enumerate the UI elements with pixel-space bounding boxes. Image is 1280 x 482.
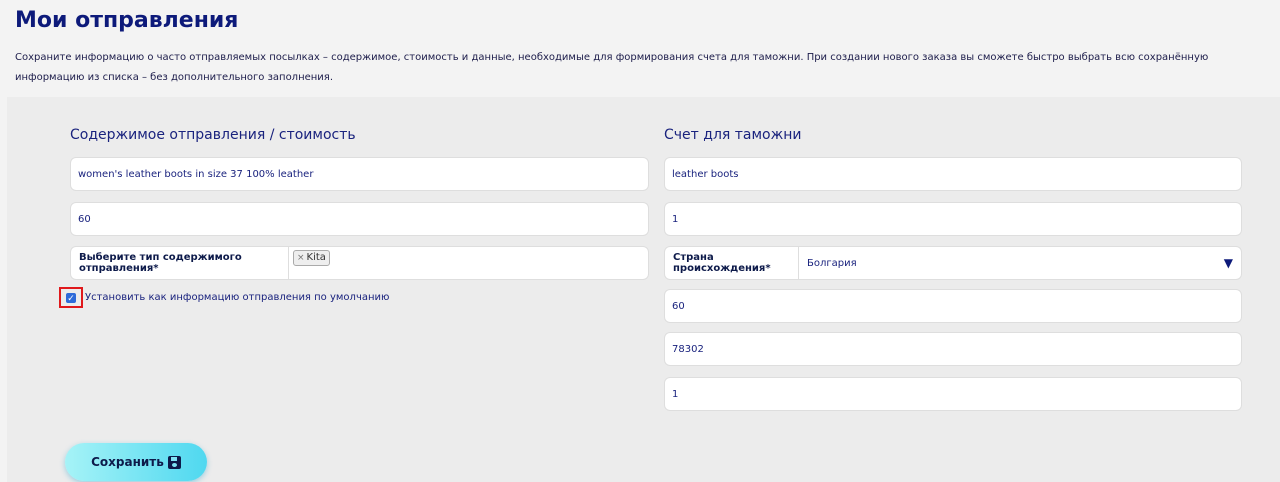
save-button[interactable]: Сохранить xyxy=(65,443,207,481)
customs-field-5[interactable]: 1 xyxy=(664,377,1242,411)
page-intro: Сохраните информацию о часто отправляемы… xyxy=(15,52,1209,83)
chevron-down-icon[interactable]: ▼ xyxy=(1224,256,1233,270)
customs-field-4-value: 78302 xyxy=(672,343,704,355)
default-checkbox[interactable]: ✓ xyxy=(66,292,76,303)
page-title: Мои отправления xyxy=(15,8,239,33)
save-button-label: Сохранить xyxy=(91,455,164,469)
default-checkbox-highlight[interactable]: ✓ xyxy=(59,287,83,308)
contents-type-label: Выберите тип содержимого отправления* xyxy=(71,247,289,279)
contents-type-tag[interactable]: × Kita xyxy=(293,250,330,266)
tag-remove-icon[interactable]: × xyxy=(297,251,305,265)
contents-value-field[interactable]: 60 xyxy=(70,202,649,236)
customs-field-3-value: 60 xyxy=(672,300,685,312)
tag-label: Kita xyxy=(306,252,326,263)
customs-field-5-value: 1 xyxy=(672,388,679,400)
contents-type-tags[interactable]: × Kita xyxy=(289,247,648,279)
customs-quantity-value: 1 xyxy=(672,213,679,225)
contents-section-title: Содержимое отправления / стоимость xyxy=(70,127,356,143)
origin-country-value: Болгария xyxy=(807,257,857,269)
default-checkbox-label[interactable]: Установить как информацию отправления по… xyxy=(85,292,389,303)
origin-country-label: Страна происхождения* xyxy=(665,247,799,279)
customs-item-value: leather boots xyxy=(672,168,739,180)
contents-description-field[interactable]: women's leather boots in size 37 100% le… xyxy=(70,157,649,191)
customs-section-title: Счет для таможни xyxy=(664,127,802,143)
customs-quantity-field[interactable]: 1 xyxy=(664,202,1242,236)
customs-field-3[interactable]: 60 xyxy=(664,289,1242,323)
contents-value-value: 60 xyxy=(78,213,91,225)
floppy-disk-icon xyxy=(167,455,181,469)
contents-description-value: women's leather boots in size 37 100% le… xyxy=(78,168,314,180)
contents-type-select[interactable]: Выберите тип содержимого отправления* × … xyxy=(70,246,649,280)
customs-field-4[interactable]: 78302 xyxy=(664,332,1242,366)
customs-item-field[interactable]: leather boots xyxy=(664,157,1242,191)
origin-country-select[interactable]: Страна происхождения* Болгария ▼ xyxy=(664,246,1242,280)
